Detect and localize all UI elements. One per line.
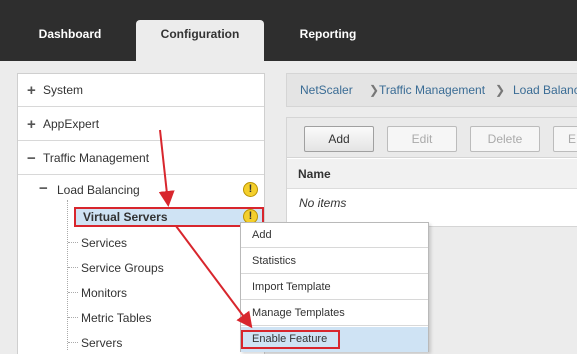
tree-item-metric-tables[interactable]: Metric Tables [81, 311, 151, 325]
tree-item-label: System [43, 83, 84, 97]
empty-table-message: No items [299, 196, 347, 210]
tree-item-servers[interactable]: Servers [81, 336, 122, 350]
tree-item-label: Virtual Servers [83, 210, 168, 224]
menu-item-statistics[interactable]: Statistics [241, 249, 428, 274]
content-panel: Add Edit Delete E Name No items [286, 117, 577, 227]
collapse-icon[interactable]: − [27, 142, 36, 175]
collapse-icon[interactable]: − [39, 180, 48, 197]
tree-connector [68, 342, 78, 343]
edit-button[interactable]: Edit [387, 126, 457, 152]
breadcrumb-link[interactable]: Load Balanc [513, 74, 577, 106]
warning-icon: ! [243, 182, 258, 197]
chevron-right-icon: ❯ [369, 83, 380, 97]
tree-item-service-groups[interactable]: Service Groups [81, 261, 164, 275]
delete-button[interactable]: Delete [470, 126, 540, 152]
column-header-name[interactable]: Name [287, 159, 577, 189]
tree-connector [68, 317, 78, 318]
menu-item-manage-templates[interactable]: Manage Templates [241, 301, 428, 326]
tree-item-virtual-servers[interactable]: Virtual Servers [74, 207, 264, 227]
tree-item-monitors[interactable]: Monitors [81, 286, 127, 300]
breadcrumb-link[interactable]: Traffic Management [379, 74, 485, 106]
add-button[interactable]: Add [304, 126, 374, 152]
tab-dashboard[interactable]: Dashboard [20, 20, 120, 61]
tree-connector [68, 292, 78, 293]
menu-item-add[interactable]: Add [241, 223, 428, 248]
tree-item-traffic-management[interactable]: − Traffic Management [18, 142, 264, 175]
breadcrumb-link[interactable]: NetScaler [300, 74, 353, 106]
tree-connector [68, 267, 78, 268]
more-button[interactable]: E [553, 126, 577, 152]
tree-guide-line [67, 200, 68, 350]
tree-item-appexpert[interactable]: + AppExpert [18, 108, 264, 141]
tree-item-label: Traffic Management [43, 151, 150, 165]
toolbar: Add Edit Delete E [287, 118, 577, 158]
tree-item-load-balancing[interactable]: Load Balancing [57, 183, 140, 197]
tree-item-system[interactable]: + System [18, 74, 264, 107]
tree-connector [68, 242, 78, 243]
menu-item-import-template[interactable]: Import Template [241, 275, 428, 300]
top-nav: Dashboard Configuration Reporting [0, 0, 577, 61]
tab-configuration[interactable]: Configuration [136, 20, 264, 61]
annotation-highlight-box [241, 330, 340, 349]
breadcrumb: NetScaler ❯ Traffic Management ❯ Load Ba… [286, 73, 577, 107]
tree-item-services[interactable]: Services [81, 236, 127, 250]
chevron-right-icon: ❯ [495, 83, 506, 97]
tree-item-label: AppExpert [43, 117, 100, 131]
expand-icon[interactable]: + [27, 74, 36, 107]
tab-reporting[interactable]: Reporting [280, 20, 376, 61]
expand-icon[interactable]: + [27, 108, 36, 141]
